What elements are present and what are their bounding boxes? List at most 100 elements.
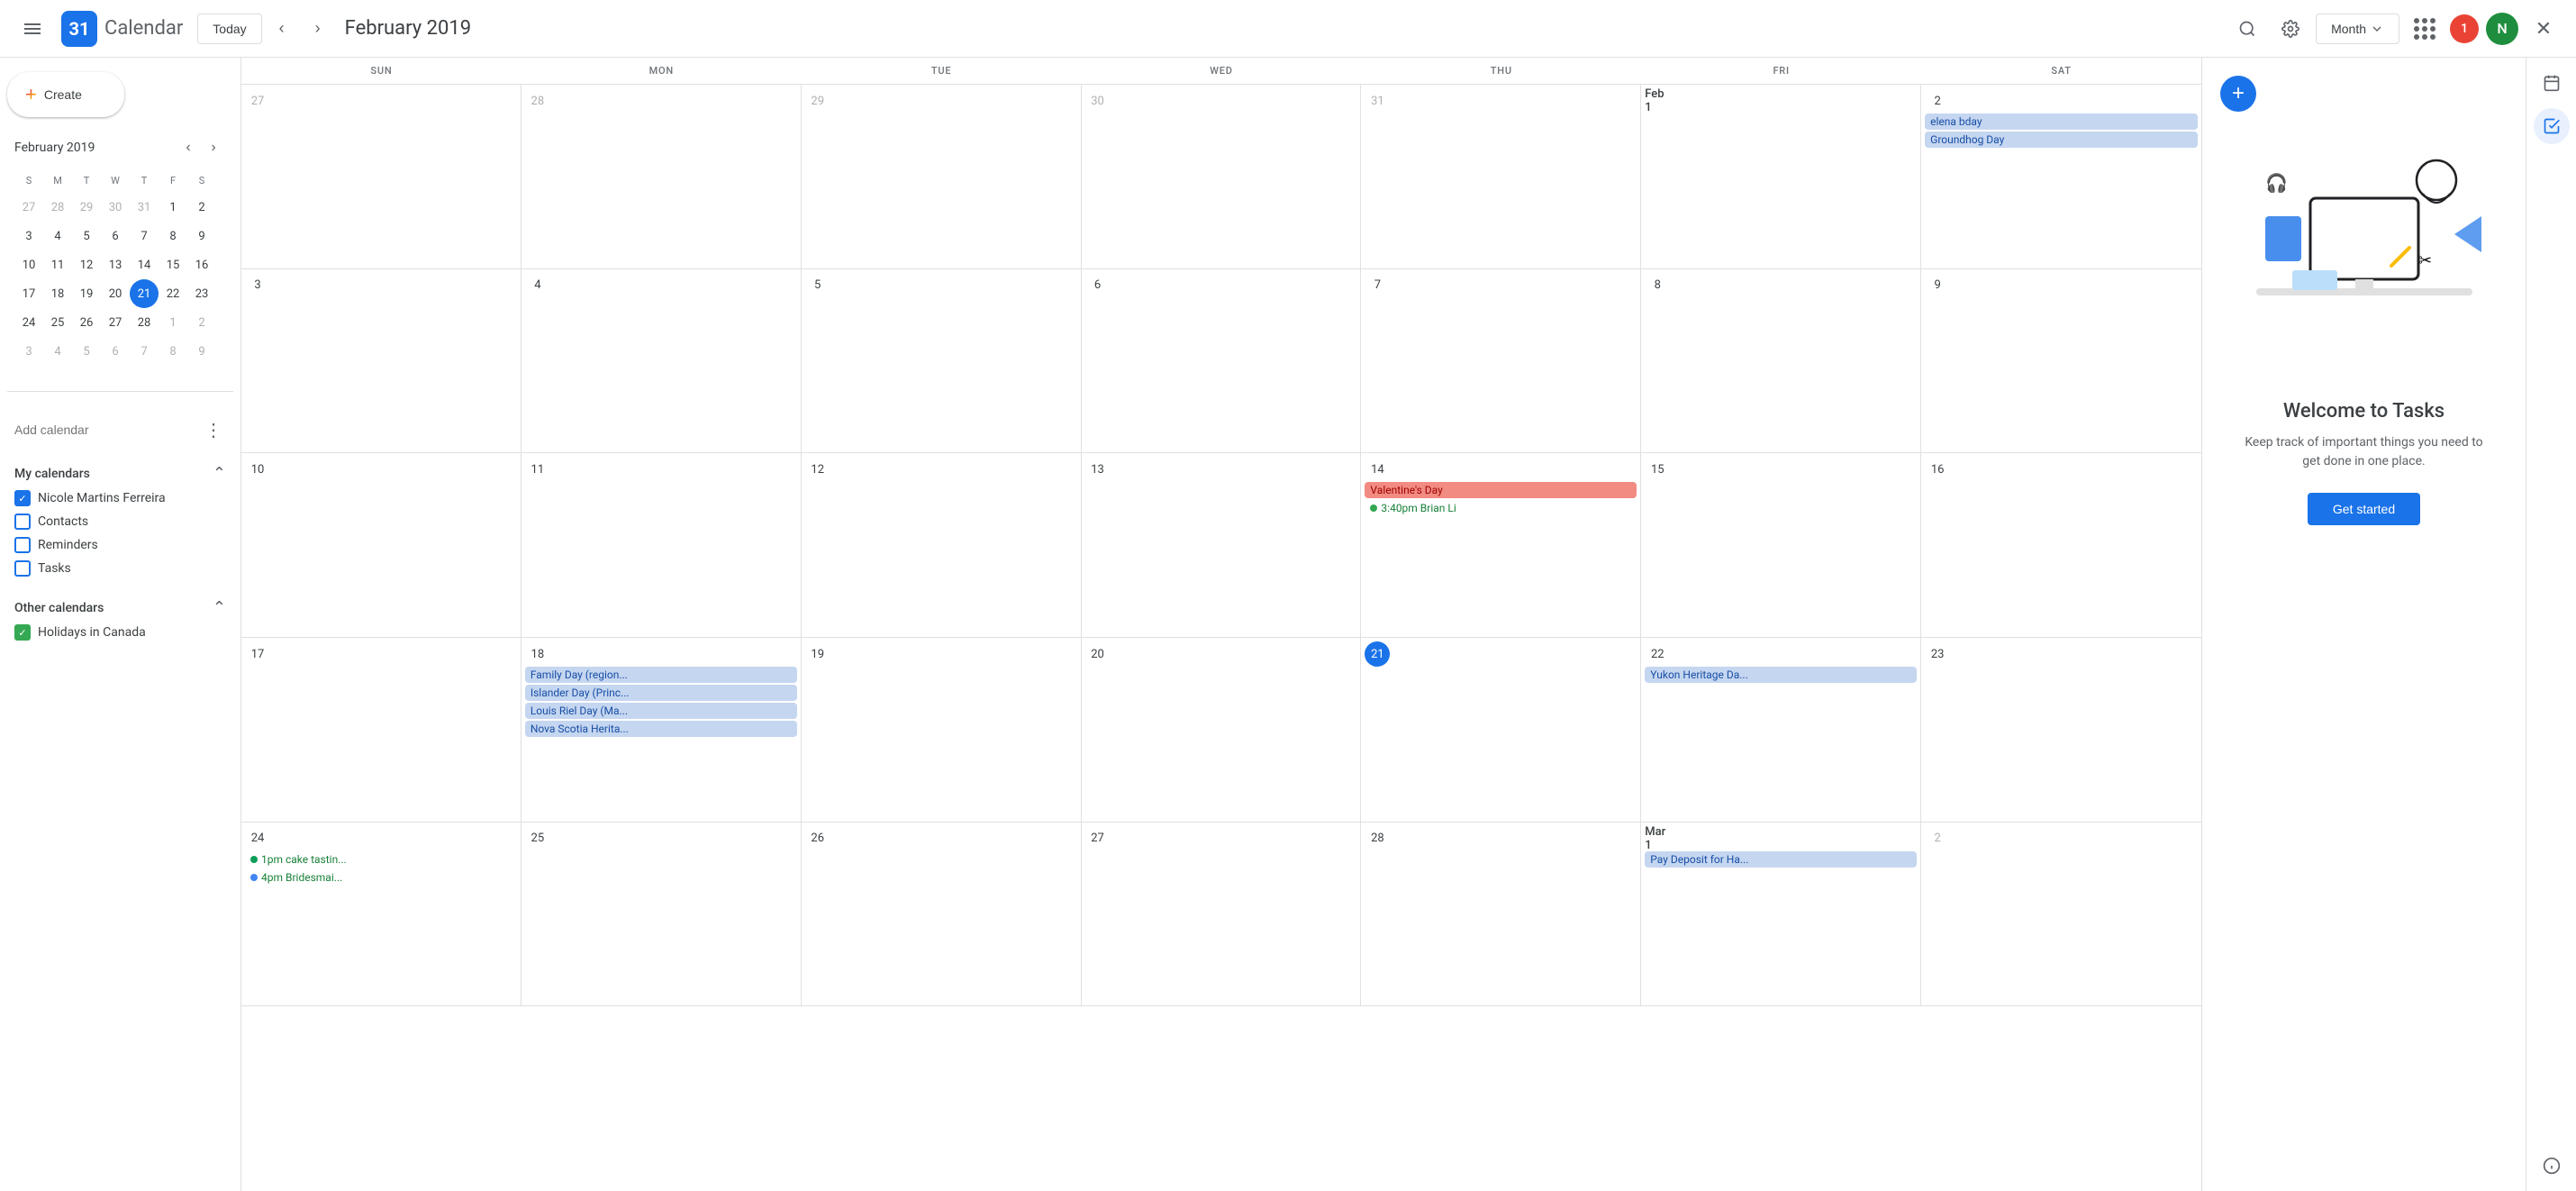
calendar-checkbox[interactable] <box>14 537 31 553</box>
event-chip[interactable]: 3:40pm Brian Li <box>1365 500 1637 516</box>
calendar-cell[interactable]: 3 <box>241 269 522 453</box>
mini-cal-day[interactable]: 25 <box>43 308 72 337</box>
mini-cal-day[interactable]: 9 <box>187 337 216 366</box>
calendar-cell[interactable]: 4 <box>522 269 802 453</box>
calendar-day-number[interactable]: 22 <box>1645 641 1670 667</box>
calendar-cell[interactable]: 241pm cake tastin...4pm Bridesmai... <box>241 823 522 1006</box>
calendar-day-number[interactable]: 17 <box>245 641 270 667</box>
view-selector[interactable]: Month <box>2316 14 2399 44</box>
mini-cal-day[interactable]: 5 <box>72 222 101 250</box>
calendar-cell[interactable]: 14Valentine's Day 3:40pm Brian Li <box>1361 453 1641 637</box>
calendar-day-number[interactable]: 8 <box>1645 273 1670 298</box>
my-calendar-item[interactable]: Contacts <box>14 510 226 533</box>
event-chip[interactable]: Nova Scotia Herita... <box>525 721 797 737</box>
calendar-day-number[interactable]: 30 <box>1085 88 1111 114</box>
event-chip[interactable]: Valentine's Day <box>1365 482 1637 498</box>
calendar-cell[interactable]: 30 <box>1082 85 1362 268</box>
tasks-icon-btn[interactable]: Tasks <box>2534 108 2570 144</box>
mini-cal-day[interactable]: 4 <box>43 337 72 366</box>
calendar-day-number[interactable]: Mar 1 <box>1645 826 1670 851</box>
today-button[interactable]: Today <box>197 14 261 44</box>
calendar-day-number[interactable]: 14 <box>1365 457 1390 482</box>
get-started-button[interactable]: Get started <box>2308 493 2420 525</box>
mini-cal-day[interactable]: 8 <box>159 337 187 366</box>
event-chip[interactable]: Yukon Heritage Da... <box>1645 667 1917 683</box>
calendar-cell[interactable]: 26 <box>802 823 1082 1006</box>
calendar-day-number[interactable]: 31 <box>1365 88 1390 114</box>
mini-cal-day[interactable]: 4 <box>43 222 72 250</box>
calendar-cell[interactable]: 22Yukon Heritage Da... <box>1641 638 1921 822</box>
mini-cal-day[interactable]: 1 <box>159 193 187 222</box>
mini-cal-day[interactable]: 7 <box>130 337 159 366</box>
calendar-checkbox[interactable] <box>14 490 31 506</box>
calendar-cell[interactable]: 12 <box>802 453 1082 637</box>
calendar-cell[interactable]: 8 <box>1641 269 1921 453</box>
event-chip[interactable]: Pay Deposit for Ha... <box>1645 851 1917 868</box>
calendar-cell[interactable]: 31 <box>1361 85 1641 268</box>
calendar-cell[interactable]: 28 <box>1361 823 1641 1006</box>
next-month-button[interactable]: › <box>302 13 334 45</box>
calendar-day-number[interactable]: 27 <box>245 88 270 114</box>
add-calendar-input[interactable] <box>14 423 201 437</box>
my-calendars-header[interactable]: My calendars ⌃ <box>14 460 226 486</box>
mini-cal-day[interactable]: 21 <box>130 279 159 308</box>
calendar-day-number[interactable]: 19 <box>805 641 830 667</box>
calendar-cell[interactable]: 10 <box>241 453 522 637</box>
mini-cal-day[interactable]: 24 <box>14 308 43 337</box>
mini-cal-day[interactable]: 5 <box>72 337 101 366</box>
event-chip[interactable]: 4pm Bridesmai... <box>245 869 517 886</box>
add-calendar-more-button[interactable]: ⋮ <box>201 417 226 442</box>
mini-cal-day[interactable]: 28 <box>130 308 159 337</box>
calendar-day-number[interactable]: 29 <box>805 88 830 114</box>
tasks-calendar-icon-btn[interactable] <box>2534 65 2570 101</box>
calendar-cell[interactable]: 9 <box>1921 269 2201 453</box>
calendar-day-number[interactable]: 21 <box>1365 641 1390 667</box>
avatar[interactable]: N <box>2486 13 2518 45</box>
calendar-cell[interactable]: 20 <box>1082 638 1362 822</box>
calendar-day-number[interactable]: 20 <box>1085 641 1111 667</box>
calendar-cell[interactable]: 19 <box>802 638 1082 822</box>
calendar-day-number[interactable]: 5 <box>805 273 830 298</box>
mini-cal-day[interactable]: 17 <box>14 279 43 308</box>
create-button[interactable]: + Create <box>7 72 124 117</box>
event-chip[interactable]: Family Day (region... <box>525 667 797 683</box>
calendar-cell[interactable]: 13 <box>1082 453 1362 637</box>
event-chip[interactable]: Islander Day (Princ... <box>525 685 797 701</box>
calendar-cell[interactable]: 16 <box>1921 453 2201 637</box>
mini-next-button[interactable]: › <box>201 135 226 160</box>
add-task-button[interactable]: + <box>2220 76 2256 112</box>
calendar-cell[interactable]: 17 <box>241 638 522 822</box>
calendar-day-number[interactable]: 15 <box>1645 457 1670 482</box>
mini-cal-day[interactable]: 1 <box>159 308 187 337</box>
mini-cal-day[interactable]: 3 <box>14 337 43 366</box>
calendar-cell[interactable]: 2elena bdayGroundhog Day <box>1921 85 2201 268</box>
calendar-day-number[interactable]: 24 <box>245 826 270 851</box>
calendar-day-number[interactable]: 13 <box>1085 457 1111 482</box>
calendar-day-number[interactable]: 9 <box>1925 273 1950 298</box>
calendar-day-number[interactable]: 16 <box>1925 457 1950 482</box>
calendar-cell[interactable]: 18Family Day (region... Islander Day (Pri… <box>522 638 802 822</box>
event-chip[interactable]: elena bday <box>1925 114 2198 130</box>
mini-cal-day[interactable]: 18 <box>43 279 72 308</box>
mini-cal-day[interactable]: 13 <box>101 250 130 279</box>
mini-cal-day[interactable]: 11 <box>43 250 72 279</box>
apps-button[interactable] <box>2407 11 2443 47</box>
calendar-cell[interactable]: 15 <box>1641 453 1921 637</box>
calendar-day-number[interactable]: 12 <box>805 457 830 482</box>
calendar-cell[interactable]: 29 <box>802 85 1082 268</box>
mini-cal-day[interactable]: 23 <box>187 279 216 308</box>
calendar-day-number[interactable]: 11 <box>525 457 550 482</box>
mini-cal-day[interactable]: 29 <box>72 193 101 222</box>
mini-cal-day[interactable]: 6 <box>101 222 130 250</box>
calendar-day-number[interactable]: 7 <box>1365 273 1390 298</box>
calendar-cell[interactable]: 7 <box>1361 269 1641 453</box>
tasks-info-icon-btn[interactable] <box>2534 1148 2570 1184</box>
settings-button[interactable] <box>2272 11 2308 47</box>
calendar-day-number[interactable]: 26 <box>805 826 830 851</box>
calendar-cell[interactable]: 11 <box>522 453 802 637</box>
menu-button[interactable] <box>14 11 50 47</box>
my-calendar-item[interactable]: Tasks <box>14 557 226 580</box>
search-button[interactable] <box>2229 11 2265 47</box>
mini-cal-day[interactable]: 15 <box>159 250 187 279</box>
calendar-day-number[interactable]: 18 <box>525 641 550 667</box>
